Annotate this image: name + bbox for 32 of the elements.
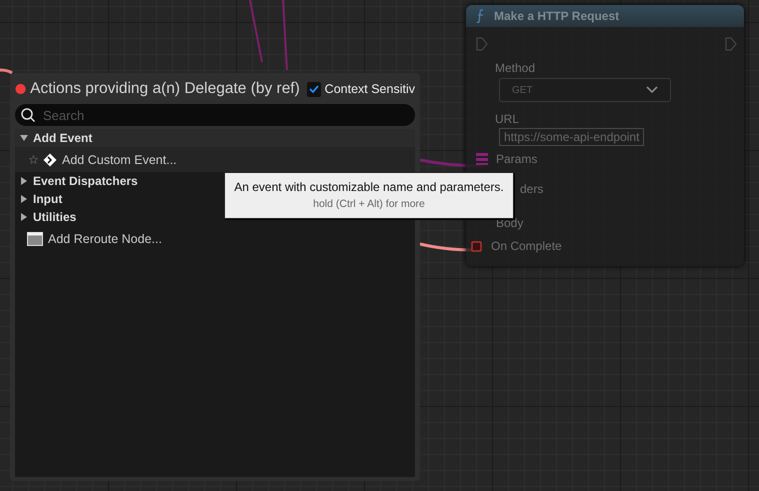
tooltip-text: An event with customizable name and parameters. xyxy=(233,180,505,194)
exec-pin-icon xyxy=(725,37,737,51)
star-icon xyxy=(29,155,38,164)
caret-icon xyxy=(20,177,28,185)
caret-icon xyxy=(20,195,28,203)
caret-icon xyxy=(20,134,28,142)
wire xyxy=(0,68,13,74)
checkbox[interactable] xyxy=(306,82,321,96)
function-icon xyxy=(476,9,484,23)
caret-icon xyxy=(20,213,28,221)
search-field[interactable]: Search xyxy=(15,104,415,126)
category-row[interactable]: Add Event xyxy=(15,129,415,147)
menu-title: Actions providing a(n) Delegate (by ref) xyxy=(30,80,300,98)
pin-label: Method xyxy=(495,61,536,75)
tooltip-hint: hold (Ctrl + Alt) for more xyxy=(312,198,426,210)
checkbox-label: Context Sensitiv xyxy=(324,82,415,96)
action-item[interactable]: Add Custom Event... xyxy=(15,147,415,172)
action-item[interactable]: Add Reroute Node... xyxy=(15,226,415,251)
pin-label: ders xyxy=(520,182,544,196)
delegate-pin-icon xyxy=(471,240,482,252)
status-dot-icon xyxy=(15,83,26,95)
pin-label: URL xyxy=(495,112,520,126)
pin-label: On Complete xyxy=(491,239,562,253)
node-title: Make a HTTP Request xyxy=(494,9,620,23)
wire xyxy=(249,0,263,62)
reroute-node-icon xyxy=(27,232,43,246)
wire xyxy=(282,0,288,70)
diamond-icon xyxy=(43,152,57,166)
struct-pin-icon xyxy=(476,153,488,165)
chevron-icon xyxy=(646,86,658,94)
exec-pin-icon xyxy=(476,37,488,51)
pin-label: Params xyxy=(496,152,538,166)
